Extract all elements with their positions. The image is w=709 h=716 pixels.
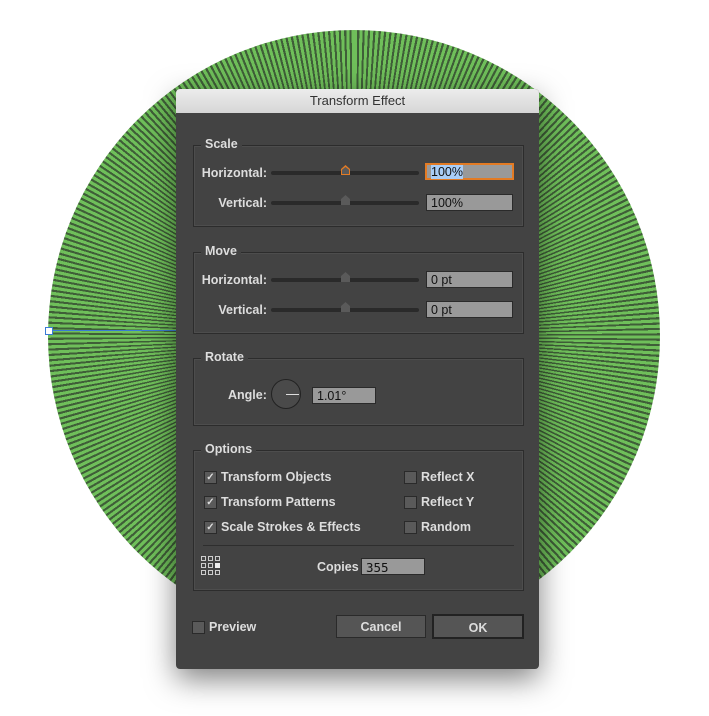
slider-thumb[interactable] xyxy=(341,272,350,282)
selection-path xyxy=(50,330,180,331)
reflect-y-checkbox[interactable]: Reflect Y xyxy=(404,495,474,509)
transform-effect-dialog: Transform Effect Scale Horizontal: 100% … xyxy=(176,89,539,669)
move-group: Move Horizontal: 0 pt Vertical: 0 pt xyxy=(193,244,524,334)
scale-group: Scale Horizontal: 100% Vertical: 100% xyxy=(193,137,524,227)
scale-vertical-slider[interactable] xyxy=(271,195,419,205)
checkbox[interactable] xyxy=(404,470,417,484)
reflect-y-label: Reflect Y xyxy=(421,495,475,509)
scale-title: Scale xyxy=(201,137,242,151)
transform-patterns-checkbox[interactable]: ✓ Transform Patterns xyxy=(204,495,336,509)
slider-thumb[interactable] xyxy=(341,165,350,175)
dialog-title[interactable]: Transform Effect xyxy=(176,89,539,113)
move-vertical-label: Vertical: xyxy=(218,303,267,317)
slider-thumb[interactable] xyxy=(341,302,350,312)
move-horizontal-slider[interactable] xyxy=(271,272,419,282)
scale-horizontal-input[interactable]: 100% xyxy=(425,163,514,180)
scale-horizontal-slider[interactable] xyxy=(271,165,419,175)
copies-label: Copies xyxy=(317,560,359,574)
options-group: Options ✓ Transform Objects ✓ Transform Pa… xyxy=(193,442,524,591)
cancel-button[interactable]: Cancel xyxy=(336,615,426,638)
scale-vertical-input[interactable]: 100% xyxy=(426,194,513,211)
angle-input[interactable]: 1.01° xyxy=(312,387,376,404)
checkbox-checked[interactable]: ✓ xyxy=(204,470,217,484)
random-label: Random xyxy=(421,520,471,534)
checkbox[interactable] xyxy=(192,620,205,634)
random-checkbox[interactable]: Random xyxy=(404,520,471,534)
scale-strokes-label: Scale Strokes & Effects xyxy=(221,520,361,534)
preview-checkbox[interactable]: Preview xyxy=(192,620,256,634)
scale-strokes-checkbox[interactable]: ✓ Scale Strokes & Effects xyxy=(204,520,361,534)
scale-horizontal-label: Horizontal: xyxy=(201,166,267,180)
move-vertical-input[interactable]: 0 pt xyxy=(426,301,513,318)
checkbox[interactable] xyxy=(404,520,417,534)
checkbox-checked[interactable]: ✓ xyxy=(204,495,217,509)
reflect-x-checkbox[interactable]: Reflect X xyxy=(404,470,475,484)
anchor-point[interactable] xyxy=(45,327,53,335)
rotate-group: Rotate Angle: 1.01° xyxy=(193,350,524,426)
slider-thumb[interactable] xyxy=(341,195,350,205)
selected-text: 100% xyxy=(431,165,463,179)
rotate-title: Rotate xyxy=(201,350,248,364)
angle-dial[interactable] xyxy=(271,379,301,409)
preview-label: Preview xyxy=(209,620,257,634)
move-title: Move xyxy=(201,244,241,258)
move-horizontal-input[interactable]: 0 pt xyxy=(426,271,513,288)
ok-button[interactable]: OK xyxy=(432,614,524,639)
move-vertical-slider[interactable] xyxy=(271,302,419,312)
transform-objects-label: Transform Objects xyxy=(221,470,332,484)
angle-label: Angle: xyxy=(228,388,267,402)
options-title: Options xyxy=(201,442,257,456)
copies-input[interactable]: 355 xyxy=(361,558,425,575)
checkbox[interactable] xyxy=(404,495,417,509)
move-horizontal-label: Horizontal: xyxy=(201,273,267,287)
reference-point-icon[interactable] xyxy=(201,556,221,576)
checkbox-checked[interactable]: ✓ xyxy=(204,520,217,534)
divider xyxy=(203,545,514,546)
reflect-x-label: Reflect X xyxy=(421,470,475,484)
transform-patterns-label: Transform Patterns xyxy=(221,495,336,509)
transform-objects-checkbox[interactable]: ✓ Transform Objects xyxy=(204,470,331,484)
scale-vertical-label: Vertical: xyxy=(218,196,267,210)
